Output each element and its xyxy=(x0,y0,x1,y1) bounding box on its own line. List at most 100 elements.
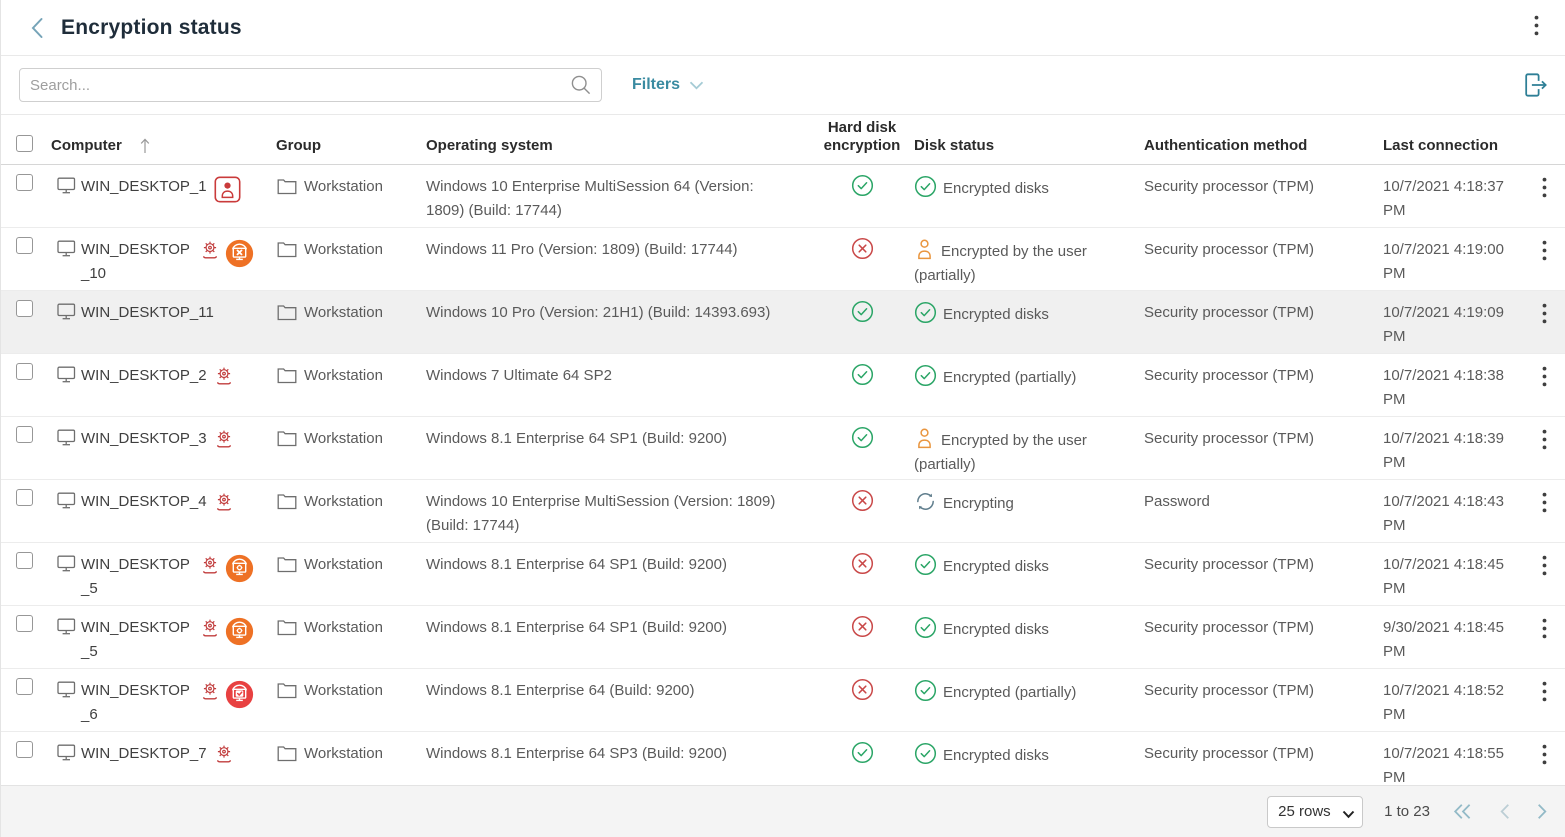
monitor-icon xyxy=(57,618,76,643)
computer-name[interactable]: WIN_DESKTOP_2 xyxy=(81,364,207,388)
operating-system-label: Windows 8.1 Enterprise 64 SP1 (Build: 92… xyxy=(426,606,810,668)
pagination-range-label: 1 to 23 xyxy=(1384,803,1430,820)
user-icon xyxy=(914,432,941,449)
disk-status: Encrypted (partially) xyxy=(914,354,1144,416)
hard-disk-encryption-status xyxy=(810,165,914,227)
error-cross-icon xyxy=(851,247,874,264)
row-kebab-menu-button[interactable] xyxy=(1538,561,1551,582)
rows-per-page-select[interactable]: 25 rows xyxy=(1267,796,1363,828)
row-checkbox[interactable] xyxy=(16,165,51,227)
computer-name[interactable]: WIN_DESKTOP_6 xyxy=(81,679,193,727)
row-kebab-menu-button[interactable] xyxy=(1538,183,1551,204)
column-header-group[interactable]: Group xyxy=(276,137,426,164)
column-header-authentication-method[interactable]: Authentication method xyxy=(1144,137,1383,164)
row-checkbox[interactable] xyxy=(16,669,51,731)
monitor-icon xyxy=(57,429,76,454)
column-header-computer[interactable]: Computer xyxy=(51,137,122,155)
header-kebab-menu-button[interactable] xyxy=(1526,11,1547,45)
computer-name[interactable]: WIN_DESKTOP_11 xyxy=(81,301,214,325)
row-checkbox[interactable] xyxy=(16,228,51,290)
folder-icon xyxy=(277,304,297,329)
table-row[interactable]: WIN_DESKTOP_3 Workstation Windows 8.1 En… xyxy=(1,417,1565,480)
sync-icon xyxy=(914,495,943,512)
sort-ascending-icon[interactable] xyxy=(139,137,151,155)
error-cross-icon xyxy=(851,562,874,579)
last-connection-label: 10/7/2021 4:19:09 PM xyxy=(1383,291,1529,353)
last-connection-label: 10/7/2021 4:18:39 PM xyxy=(1383,417,1529,479)
disk-status-label: Encrypted disks xyxy=(943,306,1049,323)
column-header-last-connection[interactable]: Last connection xyxy=(1383,137,1529,164)
filters-button[interactable]: Filters xyxy=(632,76,704,94)
export-button[interactable] xyxy=(1519,69,1551,101)
computer-status-badge-monitor-x-icon xyxy=(225,239,254,276)
row-kebab-menu-button[interactable] xyxy=(1538,750,1551,771)
table-row[interactable]: WIN_DESKTOP_1 Workstation Windows 10 Ent… xyxy=(1,165,1565,228)
next-page-button[interactable] xyxy=(1534,801,1551,822)
table-row[interactable]: WIN_DESKTOP_5 Workstation Windows 8.1 En… xyxy=(1,606,1565,669)
authentication-method-label: Security processor (TPM) xyxy=(1144,417,1383,479)
back-button[interactable] xyxy=(29,16,45,40)
table-row[interactable]: WIN_DESKTOP_10 Workstation Windows 11 Pr… xyxy=(1,228,1565,291)
previous-page-button[interactable] xyxy=(1496,801,1513,822)
search-input[interactable] xyxy=(30,77,570,94)
row-checkbox[interactable] xyxy=(16,480,51,542)
disk-status: Encrypted disks xyxy=(914,165,1144,227)
row-kebab-menu-button[interactable] xyxy=(1538,687,1551,708)
table-row[interactable]: WIN_DESKTOP_5 Workstation Windows 8.1 En… xyxy=(1,543,1565,606)
hard-disk-encryption-status xyxy=(810,417,914,479)
row-checkbox[interactable] xyxy=(16,606,51,668)
table-row[interactable]: WIN_DESKTOP_2 Workstation Windows 7 Ulti… xyxy=(1,354,1565,417)
rows-per-page-select-wrap: 25 rows xyxy=(1267,796,1363,828)
computer-name[interactable]: WIN_DESKTOP_3 xyxy=(81,427,207,451)
computer-name[interactable]: WIN_DESKTOP_5 xyxy=(81,553,193,601)
error-cross-icon xyxy=(851,688,874,705)
last-connection-label: 10/7/2021 4:18:43 PM xyxy=(1383,480,1529,542)
disk-status: Encrypted by the user (partially) xyxy=(914,228,1144,290)
folder-icon xyxy=(277,430,297,455)
computer-name[interactable]: WIN_DESKTOP_1 xyxy=(81,175,207,199)
computer-name[interactable]: WIN_DESKTOP_7 xyxy=(81,742,207,766)
computer-name[interactable]: WIN_DESKTOP_10 xyxy=(81,238,193,286)
row-kebab-menu-button[interactable] xyxy=(1538,246,1551,267)
gear-badge-icon xyxy=(200,554,220,583)
row-kebab-menu-button[interactable] xyxy=(1538,624,1551,645)
page-header: Encryption status xyxy=(1,0,1565,56)
kebab-icon xyxy=(1534,15,1539,36)
operating-system-label: Windows 10 Enterprise MultiSession (Vers… xyxy=(426,480,810,542)
search-button[interactable] xyxy=(570,74,593,97)
gear-badge-icon xyxy=(200,617,220,646)
operating-system-label: Windows 11 Pro (Version: 1809) (Build: 1… xyxy=(426,228,810,290)
disk-status: Encrypting xyxy=(914,480,1144,542)
toolbar: Filters xyxy=(1,56,1565,115)
column-header-disk-status[interactable]: Disk status xyxy=(914,137,1144,164)
last-connection-label: 10/7/2021 4:18:38 PM xyxy=(1383,354,1529,416)
row-kebab-menu-button[interactable] xyxy=(1538,309,1551,330)
row-checkbox[interactable] xyxy=(16,417,51,479)
table-row[interactable]: WIN_DESKTOP_11 Workstation Windows 10 Pr… xyxy=(1,291,1565,354)
computer-name[interactable]: WIN_DESKTOP_4 xyxy=(81,490,207,514)
column-header-operating-system[interactable]: Operating system xyxy=(426,137,810,164)
last-connection-label: 10/7/2021 4:18:37 PM xyxy=(1383,165,1529,227)
row-checkbox[interactable] xyxy=(16,543,51,605)
row-checkbox[interactable] xyxy=(16,291,51,353)
row-kebab-menu-button[interactable] xyxy=(1538,498,1551,519)
computer-name[interactable]: WIN_DESKTOP_5 xyxy=(81,616,193,664)
group-label: Workstation xyxy=(304,742,383,766)
authentication-method-label: Security processor (TPM) xyxy=(1144,354,1383,416)
select-all-checkbox[interactable] xyxy=(16,135,51,164)
first-page-button[interactable] xyxy=(1450,801,1475,822)
disk-status-label: Encrypted (partially) xyxy=(943,684,1076,701)
folder-icon xyxy=(277,241,297,266)
group-label: Workstation xyxy=(304,427,383,451)
disk-status: Encrypted by the user (partially) xyxy=(914,417,1144,479)
column-header-hard-disk-encryption[interactable]: Hard disk encryption xyxy=(810,119,914,164)
table-row[interactable]: WIN_DESKTOP_4 Workstation Windows 10 Ent… xyxy=(1,480,1565,543)
monitor-icon xyxy=(57,555,76,580)
kebab-icon xyxy=(1542,429,1547,450)
row-kebab-menu-button[interactable] xyxy=(1538,435,1551,456)
row-checkbox[interactable] xyxy=(16,354,51,416)
row-kebab-menu-button[interactable] xyxy=(1538,372,1551,393)
table-row[interactable]: WIN_DESKTOP_6 Workstation Windows 8.1 En… xyxy=(1,669,1565,732)
last-connection-label: 10/7/2021 4:18:45 PM xyxy=(1383,543,1529,605)
disk-status-label: Encrypted disks xyxy=(943,180,1049,197)
